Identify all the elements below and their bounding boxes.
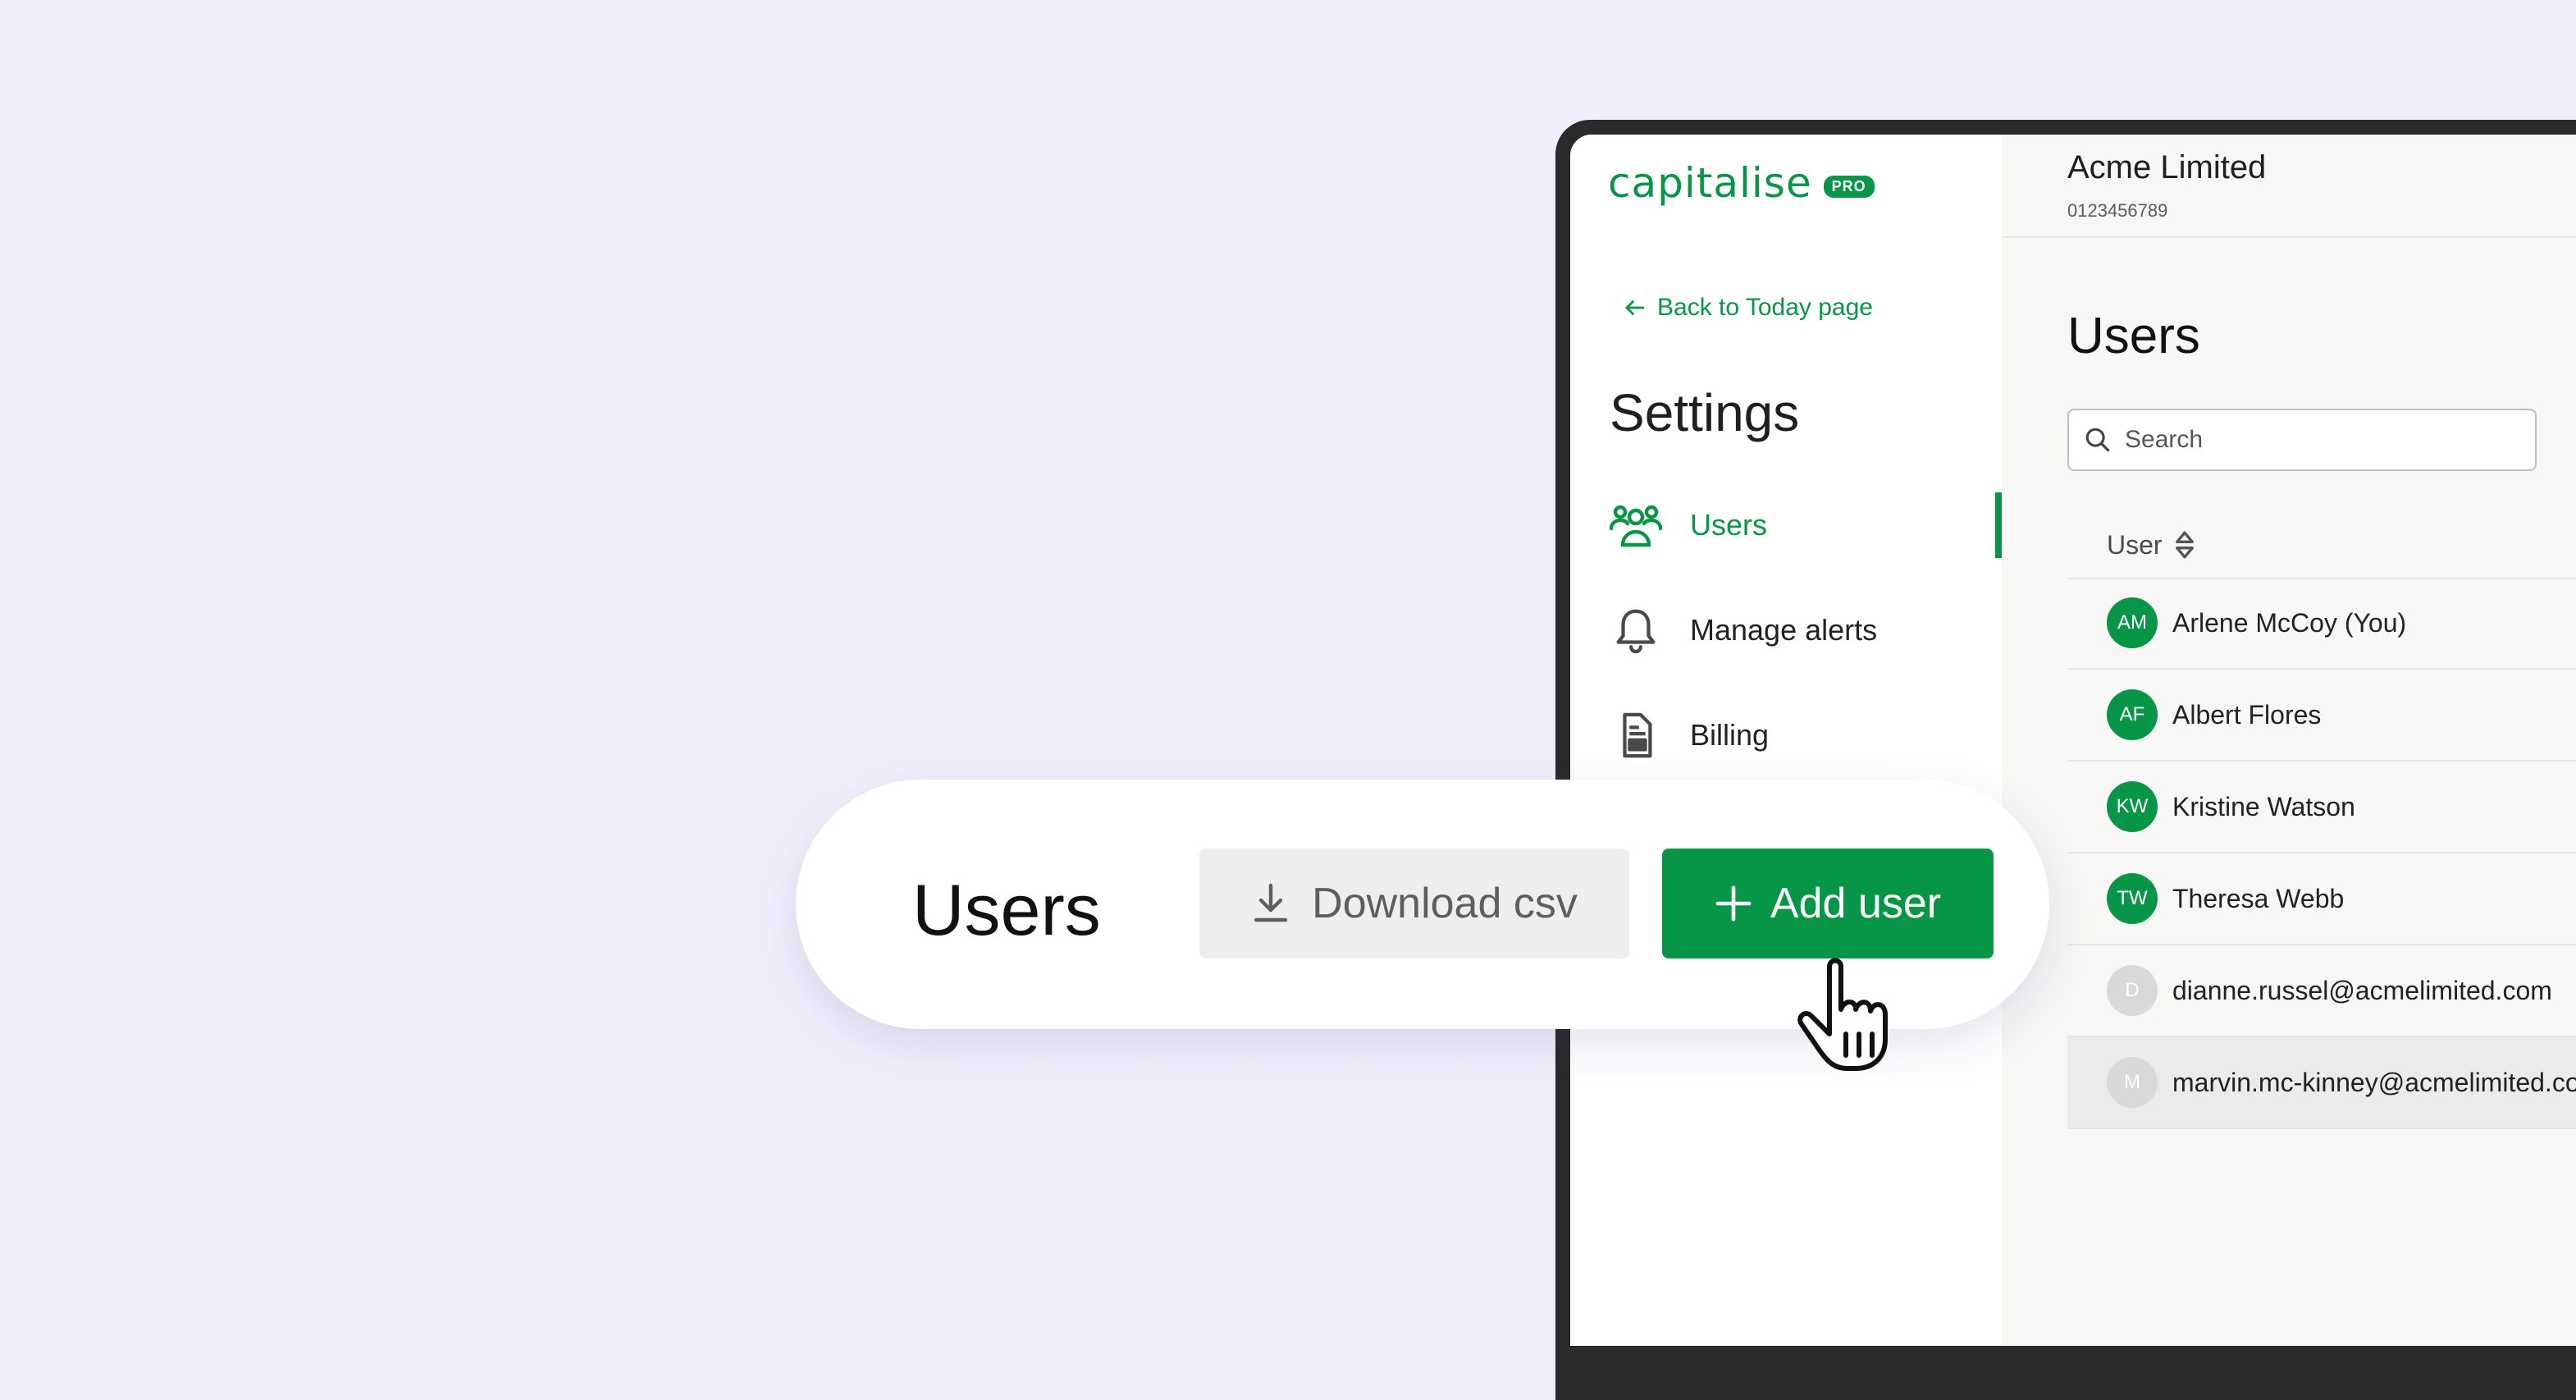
- avatar: M: [2107, 1057, 2158, 1108]
- app-logo[interactable]: capitalise PRO: [1608, 159, 1875, 207]
- avatar: AM: [2107, 597, 2158, 648]
- add-user-button[interactable]: Add user: [1662, 849, 1994, 958]
- back-to-today-link[interactable]: Back to Today page: [1623, 294, 1873, 322]
- search-input[interactable]: [2123, 425, 2520, 455]
- column-label: User: [2107, 529, 2163, 560]
- user-name: Arlene McCoy (You): [2172, 607, 2407, 638]
- sidebar-item-manage-alerts[interactable]: Manage alerts: [1610, 597, 2002, 663]
- pro-badge: PRO: [1823, 175, 1875, 198]
- sidebar-item-billing[interactable]: Billing: [1610, 702, 2002, 768]
- download-csv-button[interactable]: Download csv: [1199, 849, 1629, 958]
- table-row[interactable]: D dianne.russel@acmelimited.com: [2067, 945, 2576, 1037]
- logo-wordmark: capitalise: [1608, 159, 1812, 207]
- download-csv-label: Download csv: [1312, 880, 1578, 927]
- sidebar-item-label: Billing: [1690, 718, 1770, 752]
- avatar: KW: [2107, 781, 2158, 832]
- document-icon: [1610, 711, 1662, 759]
- sidebar-item-users[interactable]: Users: [1610, 492, 2002, 558]
- download-icon: [1254, 883, 1288, 922]
- company-name: Acme Limited: [2067, 149, 2267, 185]
- table-row[interactable]: AF Albert Flores: [2067, 670, 2576, 762]
- users-main-panel: Acme Limited 0123456789 Users User AM Ar…: [2002, 135, 2576, 1346]
- users-icon: [1610, 502, 1662, 548]
- plus-icon: [1715, 885, 1752, 922]
- app-screen: capitalise PRO Back to Today page Settin…: [1570, 135, 2576, 1346]
- arrow-left-icon: [1625, 300, 1645, 315]
- user-email: marvin.mc-kinney@acmelimited.com: [2172, 1067, 2576, 1097]
- user-name: Theresa Webb: [2172, 883, 2345, 913]
- avatar: TW: [2107, 873, 2158, 924]
- header-divider: [2002, 236, 2576, 238]
- search-field[interactable]: [2067, 409, 2537, 471]
- bell-icon: [1610, 606, 1662, 654]
- back-link-label: Back to Today page: [1657, 294, 1873, 321]
- avatar: AF: [2107, 689, 2158, 740]
- hand-pointer-icon: [1797, 958, 1888, 1071]
- sidebar-item-label: Manage alerts: [1690, 613, 1878, 647]
- user-name: Albert Flores: [2172, 699, 2322, 730]
- table-row[interactable]: KW Kristine Watson: [2067, 762, 2576, 853]
- user-name: Kristine Watson: [2172, 791, 2355, 821]
- table-row[interactable]: M marvin.mc-kinney@acmelimited.com: [2067, 1037, 2576, 1129]
- user-email: dianne.russel@acmelimited.com: [2172, 975, 2552, 1005]
- add-user-label: Add user: [1770, 880, 1942, 927]
- sort-icon[interactable]: [2174, 529, 2195, 560]
- search-icon: [2085, 428, 2110, 452]
- settings-sidebar: capitalise PRO Back to Today page Settin…: [1570, 135, 2002, 1346]
- callout-title: Users: [912, 869, 1101, 950]
- settings-title: Settings: [1610, 383, 1800, 442]
- table-row[interactable]: TW Theresa Webb: [2067, 853, 2576, 945]
- avatar: D: [2107, 965, 2158, 1016]
- sidebar-item-label: Users: [1690, 508, 1768, 542]
- company-number: 0123456789: [2067, 200, 2168, 221]
- table-row[interactable]: AM Arlene McCoy (You): [2067, 578, 2576, 670]
- user-column-header[interactable]: User: [2067, 512, 2576, 579]
- page-title: Users: [2067, 308, 2200, 364]
